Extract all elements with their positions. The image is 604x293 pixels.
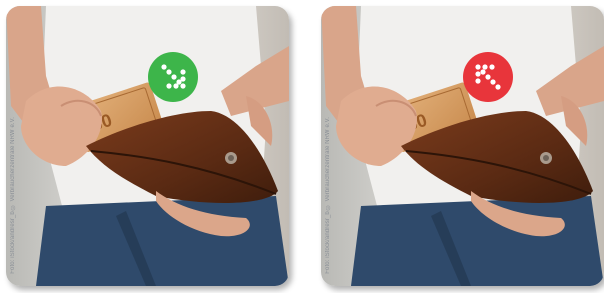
arrow-up-left-dotted-icon: [463, 52, 513, 102]
photo-panel-left: 50 Foto: iStock/andresr_b © Verbraucherz…: [6, 6, 289, 286]
wallet-photo: 50: [321, 6, 604, 286]
photo-panel-right: 50 Foto: iStock/andresr_b © Verbraucherz…: [321, 6, 604, 286]
wallet-photo: 50: [6, 6, 289, 286]
photo-credit: Foto: iStock/andresr_b © Verbraucherzent…: [325, 117, 331, 274]
photo-credit: Foto: iStock/andresr_b © Verbraucherzent…: [10, 117, 16, 274]
arrow-down-right-dotted-icon: [148, 52, 198, 102]
